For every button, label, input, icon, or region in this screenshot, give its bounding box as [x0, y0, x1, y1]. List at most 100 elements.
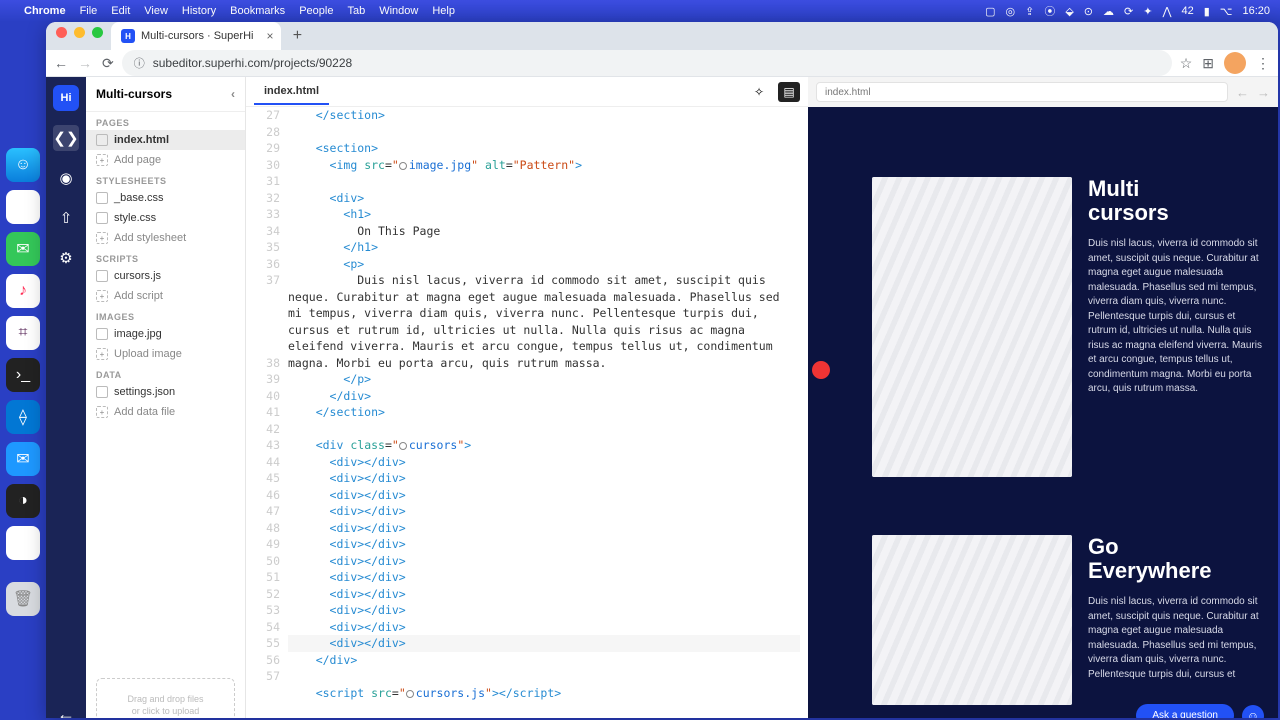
maximize-window-button[interactable] [92, 27, 103, 38]
dock-messages[interactable]: ✉ [6, 232, 40, 266]
url-text: subeditor.superhi.com/projects/90228 [153, 56, 352, 70]
code-editor[interactable]: 2728293031323334353637383940414243444546… [246, 107, 808, 718]
code-lines[interactable]: </section> <section> <img src="image.jpg… [288, 107, 808, 718]
status-icon[interactable]: ✦ [1143, 5, 1152, 18]
sidebar-file-image-jpg[interactable]: image.jpg [86, 324, 245, 344]
preview-heading-1: Multicursors [1088, 177, 1264, 225]
close-window-button[interactable] [56, 27, 67, 38]
sidebar-file-index[interactable]: index.html [86, 130, 245, 150]
preview-body[interactable]: Multicursors Duis nisl lacus, viverra id… [808, 107, 1278, 718]
back-arrow-icon[interactable]: ← [53, 701, 79, 718]
dock-slack[interactable]: ⌗ [6, 316, 40, 350]
preview-toolbar: index.html ← → [808, 77, 1278, 107]
toggle-preview-icon[interactable]: ▤ [778, 82, 800, 102]
plus-icon: + [96, 290, 108, 302]
sidebar-file-style-css[interactable]: style.css [86, 208, 245, 228]
add-script-button[interactable]: +Add script [86, 286, 245, 306]
browser-toolbar: ← → ⟳ ⓘ subeditor.superhi.com/projects/9… [46, 50, 1278, 77]
dock-trash[interactable]: 🗑 [6, 582, 40, 616]
section-images: IMAGES [86, 306, 245, 324]
sidebar-file-settings-json[interactable]: settings.json [86, 382, 245, 402]
battery-percent: 42 [1181, 5, 1193, 17]
dock-finder[interactable]: ☺ [6, 148, 40, 182]
section-stylesheets: STYLESHEETS [86, 170, 245, 188]
add-data-button[interactable]: +Add data file [86, 402, 245, 422]
ask-question[interactable]: Ask a question ☺ [1136, 704, 1264, 718]
window-controls [52, 27, 111, 46]
preview-paragraph-1: Duis nisl lacus, viverra id commodo sit … [1088, 237, 1264, 397]
wifi-icon[interactable]: ⋀ [1162, 5, 1171, 18]
sidebar-file-base-css[interactable]: _base.css [86, 188, 245, 208]
collapse-sidebar-icon[interactable]: ‹ [231, 87, 235, 101]
magic-wand-icon[interactable]: ✧ [748, 82, 770, 102]
status-icon[interactable]: ⊙ [1084, 5, 1093, 18]
menu-bookmarks[interactable]: Bookmarks [230, 5, 285, 17]
clock[interactable]: 16:20 [1242, 5, 1270, 17]
minimize-window-button[interactable] [74, 27, 85, 38]
new-tab-button[interactable]: + [285, 24, 309, 48]
reload-button[interactable]: ⟳ [102, 55, 114, 72]
upload-image-button[interactable]: +Upload image [86, 344, 245, 364]
dock-chrome[interactable]: ◉ [6, 190, 40, 224]
add-stylesheet-button[interactable]: +Add stylesheet [86, 228, 245, 248]
ask-question-label: Ask a question [1136, 704, 1234, 718]
menu-view[interactable]: View [144, 5, 168, 17]
eye-icon[interactable]: ◉ [53, 165, 79, 191]
dock-mail[interactable]: ✉ [6, 442, 40, 476]
url-bar[interactable]: ⓘ subeditor.superhi.com/projects/90228 [122, 50, 1172, 76]
dock-terminal[interactable]: ›_ [6, 358, 40, 392]
dock-figma[interactable]: ◑ [6, 484, 40, 518]
section-pages: PAGES [86, 112, 245, 130]
file-icon [96, 328, 108, 340]
editor-tab-index[interactable]: index.html [254, 79, 329, 105]
preview-url-bar[interactable]: index.html [816, 82, 1228, 102]
app-rail: Hi ❮❯ ◉ ⇧ ⚙ ← [46, 77, 86, 718]
dock-music[interactable]: ♪ [6, 274, 40, 308]
dock-photos[interactable]: ✿ [6, 526, 40, 560]
gear-icon[interactable]: ⚙ [53, 245, 79, 271]
close-tab-icon[interactable]: × [266, 29, 273, 43]
status-icon[interactable]: ☁ [1103, 5, 1114, 18]
chrome-menu-icon[interactable]: ⋮ [1256, 55, 1270, 72]
menu-edit[interactable]: Edit [111, 5, 130, 17]
preview-back-icon[interactable]: ← [1236, 85, 1249, 100]
preview-image [872, 177, 1072, 477]
chrome-window: H Multi-cursors · SuperHi × + ← → ⟳ ⓘ su… [46, 22, 1278, 718]
back-button[interactable]: ← [54, 55, 68, 72]
section-scripts: SCRIPTS [86, 248, 245, 266]
menu-file[interactable]: File [80, 5, 98, 17]
menu-window[interactable]: Window [379, 5, 418, 17]
tab-strip: H Multi-cursors · SuperHi × + [46, 22, 1278, 50]
battery-icon[interactable]: ▮ [1204, 5, 1210, 18]
forward-button[interactable]: → [78, 55, 92, 72]
menubar-right: ▢ ◎ ⇪ ⦿ ⬙ ⊙ ☁ ⟳ ✦ ⋀ 42 ▮ ⌥ 16:20 [985, 3, 1270, 19]
menu-help[interactable]: Help [432, 5, 455, 17]
share-icon[interactable]: ⇧ [53, 205, 79, 231]
sidebar-file-cursors-js[interactable]: cursors.js [86, 266, 245, 286]
code-icon[interactable]: ❮❯ [53, 125, 79, 151]
superhi-logo[interactable]: Hi [53, 85, 79, 111]
section-data: DATA [86, 364, 245, 382]
profile-avatar[interactable] [1224, 52, 1246, 74]
extensions-icon[interactable]: ⊞ [1202, 55, 1214, 72]
status-icon[interactable]: ▢ [985, 5, 995, 18]
status-icon[interactable]: ⦿ [1044, 3, 1055, 19]
menu-tab[interactable]: Tab [347, 5, 365, 17]
app-name[interactable]: Chrome [24, 5, 66, 17]
control-center-icon[interactable]: ⌥ [1220, 5, 1233, 18]
file-drop-zone[interactable]: Drag and drop files or click to upload [96, 678, 235, 718]
status-icon[interactable]: ⇪ [1025, 5, 1034, 18]
add-page-button[interactable]: +Add page [86, 150, 245, 170]
status-icon[interactable]: ⬙ [1065, 5, 1073, 18]
macos-menubar: Chrome File Edit View History Bookmarks … [0, 0, 1280, 22]
preview-panel: index.html ← → Multicursors Duis nisl la… [808, 77, 1278, 718]
status-icon[interactable]: ⟳ [1124, 5, 1133, 18]
browser-tab[interactable]: H Multi-cursors · SuperHi × [111, 22, 281, 50]
menu-people[interactable]: People [299, 5, 333, 17]
file-icon [96, 192, 108, 204]
preview-forward-icon[interactable]: → [1257, 85, 1270, 100]
star-icon[interactable]: ☆ [1180, 55, 1193, 72]
menu-history[interactable]: History [182, 5, 216, 17]
dock-vscode[interactable]: ⟠ [6, 400, 40, 434]
status-icon[interactable]: ◎ [1005, 5, 1015, 18]
